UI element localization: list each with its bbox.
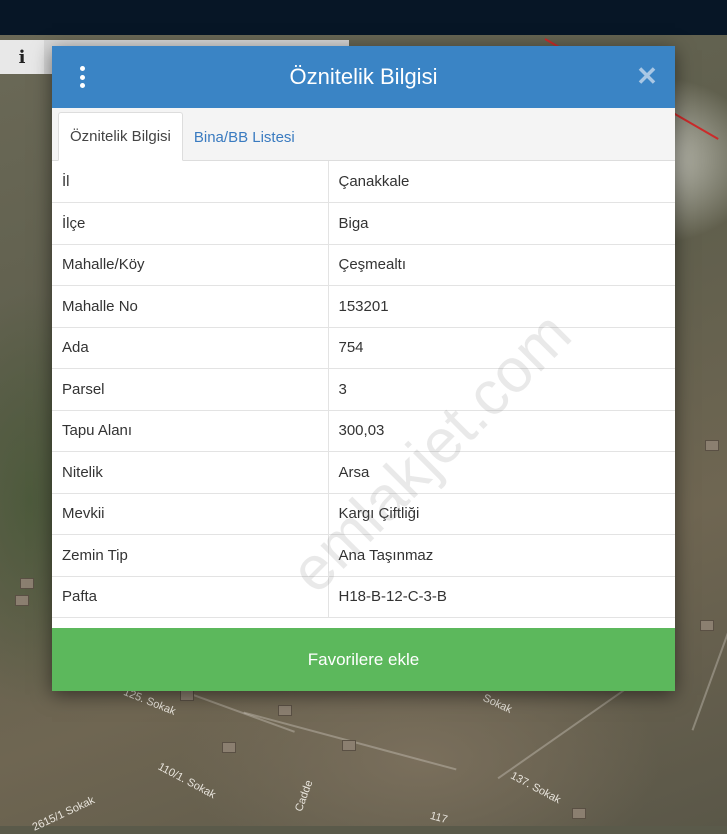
row-key: Mevkii: [52, 493, 329, 535]
building: [342, 740, 356, 751]
street-label: Cadde: [293, 778, 316, 814]
table-row: Mevkii Kargı Çiftliği: [52, 493, 675, 535]
building: [700, 620, 714, 631]
building: [222, 742, 236, 753]
row-key: Mahalle/Köy: [52, 244, 329, 286]
road: [691, 551, 727, 731]
attribute-table: İl Çanakkale İlçe Biga Mahalle/Köy Çeşmealt…: [52, 161, 675, 618]
modal-title: Öznitelik Bilgisi: [289, 64, 438, 89]
row-value: Çanakkale: [328, 161, 675, 203]
row-key: Tapu Alanı: [52, 410, 329, 452]
building: [15, 595, 29, 606]
modal-tabs: Öznitelik Bilgisi Bina/BB Listesi: [52, 108, 675, 161]
info-icon[interactable]: i: [0, 40, 45, 74]
street-label: 137. Sokak: [508, 769, 563, 807]
street-label: 110/1. Sokak: [155, 760, 218, 802]
row-value: Arsa: [328, 451, 675, 494]
table-row: Tapu Alanı 300,03: [52, 410, 675, 452]
street-label: 2615/1 Sokak: [30, 794, 97, 834]
kebab-menu-icon[interactable]: [78, 66, 86, 88]
add-to-favorites-button[interactable]: Favorilere ekle: [52, 628, 675, 691]
table-row: İlçe Biga: [52, 202, 675, 245]
row-key: Pafta: [52, 576, 329, 618]
modal-header: Öznitelik Bilgisi ✕: [52, 46, 675, 108]
top-bar: [0, 0, 727, 35]
table-row: Zemin Tip Ana Taşınmaz: [52, 534, 675, 577]
row-value: 300,03: [328, 410, 675, 452]
table-row: Mahalle/Köy Çeşmealtı: [52, 244, 675, 286]
row-value: 153201: [328, 285, 675, 328]
attribute-info-modal: Öznitelik Bilgisi ✕ Öznitelik Bilgisi Bi…: [52, 46, 675, 691]
table-row: Ada 754: [52, 327, 675, 369]
row-value: Çeşmealtı: [328, 244, 675, 286]
tab-attribute-info[interactable]: Öznitelik Bilgisi: [58, 112, 183, 161]
row-key: Mahalle No: [52, 285, 329, 328]
row-value: 3: [328, 368, 675, 411]
row-value: Kargı Çiftliği: [328, 493, 675, 535]
row-value: Ana Taşınmaz: [328, 534, 675, 577]
row-value: H18-B-12-C-3-B: [328, 576, 675, 618]
building: [705, 440, 719, 451]
street-label: Sokak: [480, 692, 514, 716]
table-row: Mahalle No 153201: [52, 285, 675, 328]
row-key: Parsel: [52, 368, 329, 411]
row-key: Ada: [52, 327, 329, 369]
row-key: İlçe: [52, 202, 329, 245]
building: [278, 705, 292, 716]
building: [572, 808, 586, 819]
table-row: Parsel 3: [52, 368, 675, 411]
table-row: Nitelik Arsa: [52, 451, 675, 494]
row-value: Biga: [328, 202, 675, 245]
row-key: Zemin Tip: [52, 534, 329, 577]
tab-building-list[interactable]: Bina/BB Listesi: [183, 114, 306, 160]
table-row: İl Çanakkale: [52, 161, 675, 203]
row-value: 754: [328, 327, 675, 369]
row-key: Nitelik: [52, 451, 329, 494]
building: [180, 690, 194, 701]
building: [20, 578, 34, 589]
table-row: Pafta H18-B-12-C-3-B: [52, 576, 675, 618]
row-key: İl: [52, 161, 329, 203]
close-icon[interactable]: ✕: [635, 62, 659, 90]
street-label: 117: [428, 809, 449, 827]
